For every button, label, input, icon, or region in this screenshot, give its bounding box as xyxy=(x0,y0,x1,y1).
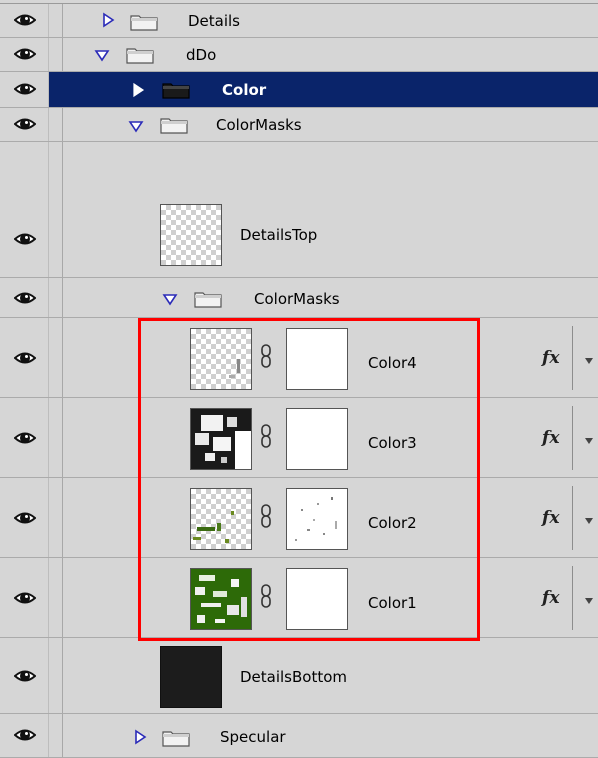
eye-icon[interactable] xyxy=(14,725,36,745)
effects-icon[interactable]: fx xyxy=(542,348,559,368)
chevron-down-icon[interactable] xyxy=(585,358,593,364)
visibility-column xyxy=(0,142,49,277)
chevron-down-icon[interactable] xyxy=(585,438,593,444)
folder-icon xyxy=(162,731,190,747)
layer-row-color[interactable]: Color xyxy=(0,72,598,108)
layer-thumbnail xyxy=(190,568,252,630)
triangle-right-icon[interactable] xyxy=(132,729,148,745)
effects-icon[interactable]: fx xyxy=(542,508,559,528)
layer-row-color3[interactable]: Color3 fx xyxy=(0,398,598,478)
column-separator xyxy=(62,4,63,37)
layer-row-color4[interactable]: Color4 fx xyxy=(0,318,598,398)
layer-mask-thumbnail[interactable] xyxy=(286,328,348,390)
visibility-column xyxy=(0,638,49,713)
folder-icon xyxy=(194,292,222,308)
visibility-column xyxy=(0,478,49,557)
layer-row-colormasks-nested[interactable]: ColorMasks xyxy=(0,278,598,318)
triangle-right-icon[interactable] xyxy=(100,12,116,28)
layer-name: Color3 xyxy=(368,434,417,452)
column-separator xyxy=(62,638,63,713)
column-separator xyxy=(62,108,63,141)
layer-row-colormasks[interactable]: ColorMasks xyxy=(0,108,598,142)
effects-icon[interactable]: fx xyxy=(542,588,559,608)
column-separator xyxy=(62,142,63,277)
eye-icon[interactable] xyxy=(14,44,36,64)
layer-name: Color2 xyxy=(368,514,417,532)
fx-divider xyxy=(572,566,573,630)
visibility-column xyxy=(0,4,49,37)
eye-icon[interactable] xyxy=(14,508,36,528)
layer-thumbnail xyxy=(190,408,252,470)
triangle-down-icon[interactable] xyxy=(128,118,144,134)
layer-thumbnail xyxy=(160,204,222,266)
visibility-column xyxy=(0,108,49,141)
layer-row-ddo[interactable]: dDo xyxy=(0,38,598,72)
folder-icon xyxy=(126,48,154,64)
chain-link-icon[interactable] xyxy=(259,584,273,608)
folder-icon xyxy=(130,15,158,31)
column-separator xyxy=(62,72,63,107)
column-separator xyxy=(62,478,63,557)
layer-name: DetailsTop xyxy=(240,226,318,244)
eye-icon[interactable] xyxy=(14,348,36,368)
triangle-down-icon[interactable] xyxy=(162,291,178,307)
layer-row-specular[interactable]: Specular xyxy=(0,714,598,758)
effects-icon[interactable]: fx xyxy=(542,428,559,448)
chain-link-icon[interactable] xyxy=(259,504,273,528)
layers-panel: Details dDo Color ColorMasks DetailsTop … xyxy=(0,0,598,758)
layer-row-color2[interactable]: Color2 fx xyxy=(0,478,598,558)
layer-name: Color xyxy=(222,81,267,99)
eye-icon[interactable] xyxy=(14,288,36,308)
visibility-column xyxy=(0,398,49,477)
layer-thumbnail xyxy=(160,646,222,708)
layer-name: DetailsBottom xyxy=(240,668,348,686)
chain-link-icon[interactable] xyxy=(259,344,273,368)
layer-name: Specular xyxy=(220,728,286,746)
layer-mask-thumbnail[interactable] xyxy=(286,408,348,470)
visibility-column xyxy=(0,278,49,317)
layer-name: dDo xyxy=(186,46,217,64)
visibility-column xyxy=(0,72,49,107)
eye-icon[interactable] xyxy=(14,229,36,249)
fx-divider xyxy=(572,406,573,470)
eye-icon[interactable] xyxy=(14,588,36,608)
layer-thumbnail xyxy=(190,488,252,550)
triangle-right-icon[interactable] xyxy=(130,82,146,98)
chevron-down-icon[interactable] xyxy=(585,598,593,604)
column-separator xyxy=(62,398,63,477)
eye-icon[interactable] xyxy=(14,114,36,134)
visibility-column xyxy=(0,714,49,757)
visibility-column xyxy=(0,558,49,637)
column-separator xyxy=(62,714,63,757)
layer-mask-thumbnail[interactable] xyxy=(286,488,348,550)
triangle-down-icon[interactable] xyxy=(94,47,110,63)
layer-row-detailsbottom[interactable]: DetailsBottom xyxy=(0,638,598,714)
visibility-column xyxy=(0,318,49,397)
eye-icon[interactable] xyxy=(14,79,36,99)
eye-icon[interactable] xyxy=(14,10,36,30)
column-separator xyxy=(62,278,63,317)
layer-name: ColorMasks xyxy=(216,116,302,134)
layer-name: Details xyxy=(188,12,241,30)
column-separator xyxy=(62,318,63,397)
layer-name: Color4 xyxy=(368,354,417,372)
fx-divider xyxy=(572,486,573,550)
chain-link-icon[interactable] xyxy=(259,424,273,448)
visibility-column xyxy=(0,38,49,71)
folder-icon xyxy=(162,83,190,99)
layer-thumbnail xyxy=(190,328,252,390)
folder-icon xyxy=(160,118,188,134)
fx-divider xyxy=(572,326,573,390)
eye-icon[interactable] xyxy=(14,428,36,448)
column-separator xyxy=(62,558,63,637)
layer-row-details[interactable]: Details xyxy=(0,4,598,38)
chevron-down-icon[interactable] xyxy=(585,518,593,524)
layer-name: Color1 xyxy=(368,594,417,612)
layer-row-color1[interactable]: Color1 fx xyxy=(0,558,598,638)
layer-mask-thumbnail[interactable] xyxy=(286,568,348,630)
layer-name: ColorMasks xyxy=(254,290,340,308)
eye-icon[interactable] xyxy=(14,666,36,686)
layer-row-detailstop[interactable]: DetailsTop xyxy=(0,142,598,278)
column-separator xyxy=(62,38,63,71)
